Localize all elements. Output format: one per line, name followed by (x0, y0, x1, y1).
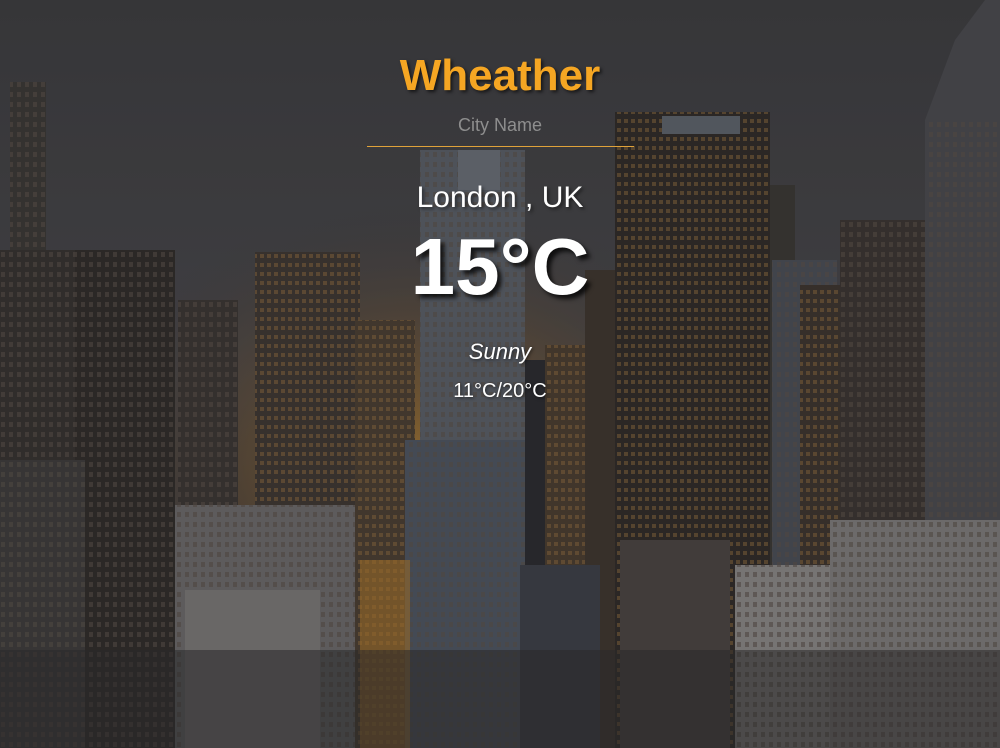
location-label: London , UK (416, 181, 584, 214)
city-search-input[interactable] (366, 112, 634, 146)
temperature-range: 11°C/20°C (453, 380, 547, 402)
weather-panel: Wheather London , UK 15°C Sunny 11°C/20°… (0, 0, 1000, 403)
current-temperature: 15°C (410, 222, 590, 311)
app-title: Wheather (399, 51, 601, 100)
weather-app: Wheather London , UK 15°C Sunny 11°C/20°… (0, 0, 1000, 748)
search-field-wrapper (366, 112, 634, 147)
weather-condition: Sunny (468, 339, 532, 364)
